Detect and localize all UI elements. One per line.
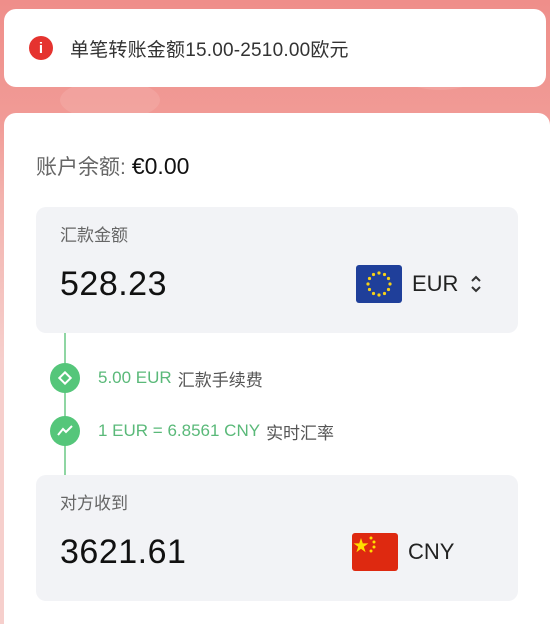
balance-label: 账户余额:: [36, 156, 126, 179]
receive-amount-label: 对方收到: [60, 494, 128, 513]
send-amount-label: 汇款金额: [60, 226, 128, 245]
china-flag-icon: [352, 533, 398, 571]
send-amount-panel: 汇款金额 528.23 EUR: [36, 207, 518, 333]
fee-row: 5.00 EUR 汇款手续费: [50, 363, 263, 393]
account-balance: 账户余额: €0.00: [36, 151, 189, 181]
receive-currency-code: CNY: [408, 539, 455, 564]
trend-icon: [50, 416, 80, 446]
fee-label: 汇款手续费: [177, 370, 263, 390]
rate-label: 实时汇率: [266, 423, 335, 443]
receive-amount-panel: 对方收到 3621.61 CNY: [36, 475, 518, 601]
timeline-line: [64, 333, 66, 475]
eu-flag-icon: [356, 265, 402, 303]
alert-text: 单笔转账金额15.00-2510.00欧元: [70, 39, 349, 61]
rate-row: 1 EUR = 6.8561 CNY 实时汇率: [50, 416, 334, 446]
balance-value: €0.00: [131, 153, 190, 179]
sort-arrows-icon: [471, 275, 482, 293]
send-currency-code: EUR: [412, 271, 459, 296]
info-icon: i: [29, 36, 53, 60]
transfer-card: 账户余额: €0.00 汇款金额 528.23 EUR 5.00 EUR 汇款手…: [4, 113, 550, 624]
send-amount-input[interactable]: 528.23: [60, 265, 167, 304]
diamond-icon: [50, 363, 80, 393]
limit-alert: i 单笔转账金额15.00-2510.00欧元: [4, 9, 546, 87]
send-currency-selector[interactable]: EUR: [356, 265, 482, 303]
receive-amount-value[interactable]: 3621.61: [60, 533, 186, 572]
fee-value: 5.00 EUR: [98, 368, 172, 387]
receive-currency: CNY: [352, 533, 454, 571]
rate-value: 1 EUR = 6.8561 CNY: [98, 421, 261, 440]
